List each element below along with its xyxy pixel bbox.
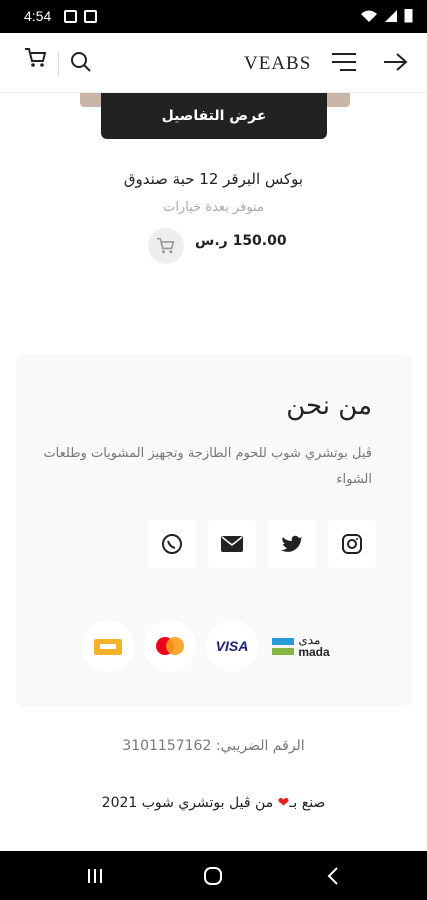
mada-english: mada: [298, 645, 330, 659]
battery-icon: [404, 9, 413, 23]
mada-logo: مدى mada: [268, 620, 334, 672]
back-arrow-icon[interactable]: [382, 51, 408, 77]
add-to-cart-button[interactable]: [148, 228, 184, 264]
made-suffix: من ڤيل بوتشري شوب 2021: [101, 795, 274, 811]
whatsapp-icon: [162, 534, 182, 554]
recent-apps-icon[interactable]: [86, 867, 104, 885]
made-prefix: صنع بـ: [289, 795, 326, 811]
email-link[interactable]: [208, 520, 256, 568]
back-icon[interactable]: [326, 866, 340, 886]
vat-label: الرقم الضريبي:: [215, 738, 305, 754]
cart-add-icon: [157, 237, 175, 254]
vat-info: الرقم الضريبي: 3101157162: [0, 738, 427, 754]
product-price: 150.00 ر.س: [195, 233, 287, 249]
price-value: 150.00: [232, 233, 287, 249]
twitter-link[interactable]: [268, 520, 316, 568]
view-details-button[interactable]: عرض التفاصيل: [101, 93, 327, 139]
status-indicators: [360, 8, 413, 23]
system-nav-bar: [0, 851, 427, 900]
status-time: 4:54: [24, 8, 52, 24]
mastercard-logo: [144, 620, 196, 672]
cart-icon[interactable]: [24, 47, 48, 73]
site-logo[interactable]: VEABS: [244, 53, 311, 75]
notification-icon: [84, 10, 97, 23]
made-with-love: صنع بـ❤ من ڤيل بوتشري شوب 2021: [0, 795, 427, 811]
twitter-icon: [281, 535, 302, 552]
header-divider: [58, 51, 59, 77]
visa-text: VISA: [215, 638, 249, 654]
product-availability: متوفر بعدة خيارات: [163, 200, 264, 215]
whatsapp-link[interactable]: [148, 520, 196, 568]
about-section: من نحن ڤيل بوتشري شوب للحوم الطازجة وتجه…: [16, 355, 412, 707]
menu-icon[interactable]: [330, 51, 358, 77]
home-icon[interactable]: [203, 866, 223, 886]
visa-logo: VISA: [206, 620, 258, 672]
status-bar: 4:54: [0, 0, 427, 33]
top-bar: VEABS: [0, 33, 427, 93]
price-currency: ر.س: [195, 233, 228, 249]
product-name[interactable]: بوكس البرقر 12 حبة صندوق: [0, 170, 427, 188]
stc-pay-logo: [82, 620, 134, 672]
about-title: من نحن: [286, 391, 372, 421]
gallery-icon: [64, 10, 77, 23]
vat-number: 3101157162: [122, 738, 212, 754]
wifi-icon: [361, 10, 377, 22]
mastercard-icon: [156, 637, 184, 655]
heart-icon: ❤: [277, 795, 290, 811]
stc-pay-icon: [94, 639, 122, 655]
search-icon[interactable]: [70, 51, 92, 77]
email-icon: [221, 536, 243, 552]
instagram-link[interactable]: [328, 520, 376, 568]
about-description: ڤيل بوتشري شوب للحوم الطازجة وتجهيز المش…: [43, 446, 372, 487]
instagram-icon: [342, 534, 362, 554]
signal-icon: [385, 9, 397, 22]
